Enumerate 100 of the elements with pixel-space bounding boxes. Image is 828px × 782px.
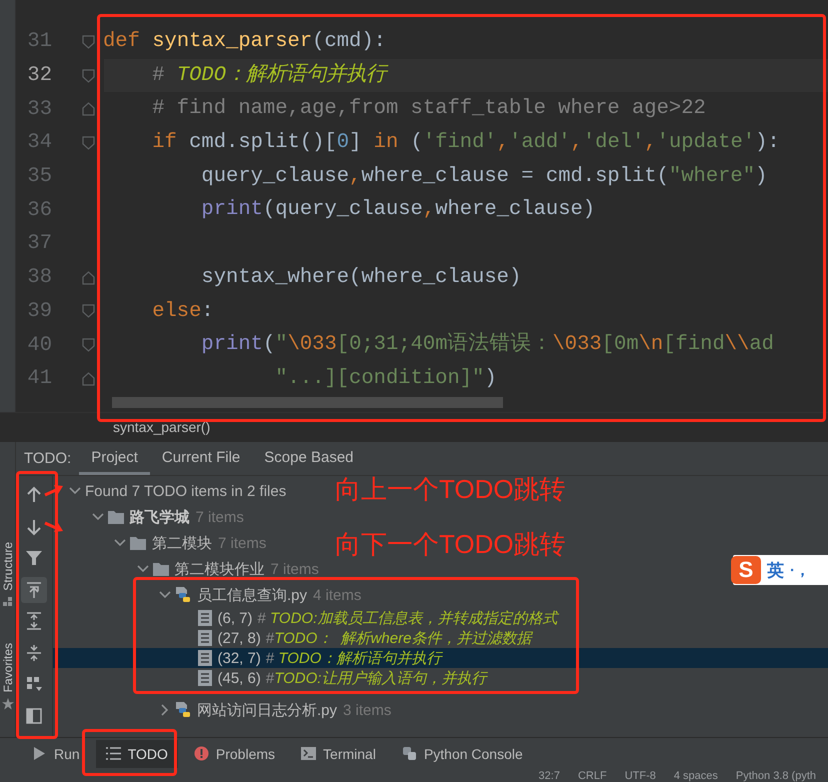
- tool-window-tab[interactable]: Run: [22, 740, 90, 768]
- ime-mode: 英: [767, 560, 784, 582]
- list-icon: [106, 746, 121, 761]
- chevron-down-icon[interactable]: [69, 487, 81, 495]
- tree-row[interactable]: 第二模块作业 7 items: [132, 556, 323, 582]
- line-number: 37: [26, 232, 52, 256]
- code-line: # TODO：解析语句并执行: [151, 62, 386, 89]
- todo-text: # TODO:加载员工信息表，并转成指定的格式: [258, 608, 558, 628]
- tree-row[interactable]: 员工信息查询.py 4 items: [155, 582, 366, 608]
- item-count: 7 items: [270, 560, 319, 578]
- ime-punctuation: ·，: [790, 560, 810, 580]
- line-number: 32: [26, 64, 52, 88]
- status-item[interactable]: Python 3.8 (pyth: [736, 769, 816, 782]
- toolbar-button[interactable]: [21, 576, 47, 602]
- structure-icon[interactable]: [2, 596, 12, 607]
- todo-item-icon: [198, 630, 212, 646]
- python-file-icon: [175, 586, 191, 604]
- chevron-down-icon[interactable]: [114, 539, 126, 547]
- tree-label: 第二模块作业: [174, 560, 264, 578]
- chevron-down-icon[interactable]: [159, 591, 171, 599]
- python-file-icon: [175, 701, 191, 719]
- tree-row[interactable]: 第二模块 7 items: [110, 530, 270, 556]
- tree-row[interactable]: 路飞学城 7 items: [88, 504, 248, 530]
- python-console-icon: [402, 746, 417, 761]
- fold-icon[interactable]: [82, 136, 95, 150]
- scope-tab[interactable]: Project: [79, 442, 150, 475]
- tool-window-tab[interactable]: Problems: [184, 740, 286, 768]
- line-number: 38: [26, 266, 52, 290]
- todo-text: #TODO： 解析where条件，并过滤数据: [266, 628, 532, 648]
- line-number: 35: [26, 165, 52, 188]
- fold-end-icon[interactable]: [82, 270, 95, 285]
- status-item[interactable]: UTF-8: [624, 769, 656, 782]
- line-number: 31: [26, 30, 52, 54]
- tree-label: 员工信息查询.py: [197, 586, 308, 604]
- todo-text: #TODO:让用户输入语句，并执行: [266, 668, 486, 688]
- code-line: query_clause,where_clause = cmd.split("where"): [200, 164, 768, 190]
- chevron-right-icon[interactable]: [161, 704, 169, 716]
- arrow-down-icon: [25, 518, 43, 536]
- tree-label: 路飞学城: [130, 508, 190, 526]
- fold-icon[interactable]: [82, 68, 95, 83]
- tree-row[interactable]: (6, 7) # TODO:加载员工信息表，并转成指定的格式: [178, 608, 562, 628]
- breadcrumb[interactable]: syntax_parser(): [113, 419, 210, 435]
- fold-icon[interactable]: [82, 338, 95, 352]
- code-line: print("\033[0;31;40m语法错误：\033[0m\n[find\\ad: [200, 331, 774, 358]
- status-item[interactable]: 32:7: [538, 769, 560, 782]
- expand-all-icon: [25, 612, 43, 630]
- code-line: # find name,age,from staff_table where age>22: [151, 96, 706, 122]
- line-number: 41: [26, 367, 52, 390]
- line-number: 40: [26, 334, 52, 357]
- tree-row[interactable]: 网站访问日志分析.py 3 items: [155, 697, 396, 723]
- tree-row[interactable]: (27, 8) #TODO： 解析where条件，并过滤数据: [178, 628, 536, 648]
- scope-tab[interactable]: Current File: [150, 442, 252, 475]
- side-tab[interactable]: Structure: [0, 542, 14, 591]
- chevron-down-icon[interactable]: [92, 513, 104, 521]
- todo-position: (27, 8): [218, 630, 261, 646]
- todo-position: (45, 6): [218, 670, 261, 686]
- error-icon: [194, 746, 209, 761]
- tree-row[interactable]: (32, 7) # TODO：解析语句并执行: [53, 648, 828, 668]
- scrollbar-thumb[interactable]: [112, 397, 503, 408]
- preview-pane-icon: [25, 706, 43, 724]
- line-number: 36: [26, 198, 52, 222]
- folder-icon: [152, 562, 168, 576]
- todo-item-icon: [198, 610, 212, 626]
- folder-icon: [130, 536, 146, 550]
- line-number: 33: [26, 98, 52, 121]
- annotation-text: 向下一个TODO跳转: [335, 528, 566, 561]
- star-icon[interactable]: [2, 698, 14, 710]
- side-tab[interactable]: Favorites: [0, 642, 14, 692]
- status-item[interactable]: CRLF: [578, 769, 607, 782]
- play-icon: [32, 746, 47, 761]
- tree-label: 网站访问日志分析.py: [197, 700, 338, 720]
- chevron-down-icon[interactable]: [136, 565, 148, 573]
- code-line: syntax_where(where_clause): [200, 264, 522, 291]
- tree-row[interactable]: Found 7 TODO items in 2 files: [65, 478, 290, 504]
- line-number: 34: [26, 131, 52, 154]
- todo-text: # TODO：解析语句并执行: [266, 648, 442, 668]
- annotation-arrow: [44, 485, 63, 496]
- item-count: 7 items: [196, 508, 244, 526]
- tool-window-tab[interactable]: Terminal: [291, 740, 386, 768]
- code-line: if cmd.split()[0] in ('find','add','del','update'):: [151, 130, 780, 156]
- tool-window-tab[interactable]: TODO: [96, 740, 178, 768]
- tree-label: 第二模块: [152, 534, 212, 552]
- todo-item-icon: [198, 650, 212, 666]
- todo-position: (6, 7): [218, 610, 253, 626]
- line-number: 39: [26, 300, 52, 323]
- status-item[interactable]: 4 spaces: [674, 769, 718, 782]
- fold-icon[interactable]: [82, 304, 95, 318]
- scroll-to-source-icon: [25, 580, 43, 598]
- fold-icon[interactable]: [82, 34, 95, 49]
- fold-end-icon[interactable]: [82, 102, 95, 116]
- folder-icon: [108, 510, 124, 524]
- fold-end-icon[interactable]: [82, 372, 95, 386]
- tool-window-tab[interactable]: Python Console: [392, 740, 533, 768]
- tree-row[interactable]: (45, 6) #TODO:让用户输入语句，并执行: [178, 668, 490, 688]
- group-by-icon: [25, 675, 43, 693]
- collapse-all-icon: [25, 644, 43, 662]
- scope-tab[interactable]: Scope Based: [252, 442, 366, 475]
- code-line: "...][condition]"): [274, 366, 497, 392]
- ime-toolbar[interactable]: S 英 ·，: [733, 555, 828, 585]
- panel-title: TODO:: [23, 449, 72, 469]
